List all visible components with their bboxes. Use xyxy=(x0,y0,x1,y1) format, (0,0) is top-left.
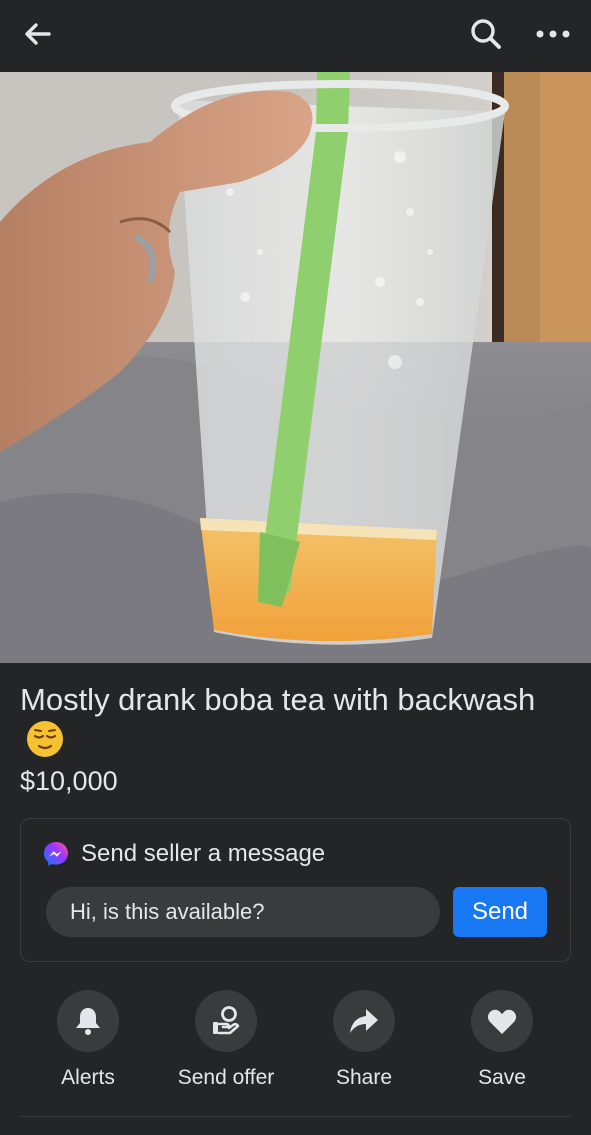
share-button[interactable]: Share xyxy=(299,990,429,1090)
alerts-label: Alerts xyxy=(61,1066,115,1089)
share-label: Share xyxy=(335,1066,393,1089)
message-card-heading: Send seller a message xyxy=(81,840,326,867)
send-button[interactable]: Send xyxy=(453,887,547,937)
send-offer-label: Send offer xyxy=(177,1066,275,1089)
send-message-card: Send seller a message Send xyxy=(20,818,571,962)
send-offer-circle xyxy=(195,990,257,1052)
messenger-icon xyxy=(44,842,68,866)
more-options-button[interactable] xyxy=(530,16,576,52)
offer-icon xyxy=(213,1006,240,1035)
share-arrow-icon xyxy=(350,1009,378,1033)
more-options-icon xyxy=(536,30,570,38)
left-arrow-icon xyxy=(25,23,51,45)
search-button[interactable] xyxy=(466,14,506,54)
message-card-header: Send seller a message xyxy=(43,837,325,871)
bottom-divider xyxy=(20,1116,571,1117)
message-input[interactable] xyxy=(46,887,440,937)
relieved-face-emoji xyxy=(26,720,64,768)
save-circle xyxy=(471,990,533,1052)
alerts-button[interactable]: Alerts xyxy=(23,990,153,1090)
send-offer-button[interactable]: Send offer xyxy=(161,990,291,1090)
listing-title-text: Mostly drank boba tea with backwash xyxy=(20,682,536,717)
save-button[interactable]: Save xyxy=(437,990,567,1090)
listing-title: Mostly drank boba tea with backwash xyxy=(20,679,571,768)
listing-photo[interactable] xyxy=(0,72,591,663)
bell-icon xyxy=(76,1008,100,1035)
back-button[interactable] xyxy=(18,16,58,52)
top-bar xyxy=(0,0,591,72)
search-icon xyxy=(471,19,501,49)
action-bar: Alerts Send offer Share Save xyxy=(20,990,571,1100)
alerts-circle xyxy=(57,990,119,1052)
share-circle xyxy=(333,990,395,1052)
heart-icon xyxy=(487,1009,517,1034)
listing-price: $10,000 xyxy=(20,766,118,796)
boba-cup-photo xyxy=(0,72,591,663)
save-label: Save xyxy=(478,1066,526,1089)
